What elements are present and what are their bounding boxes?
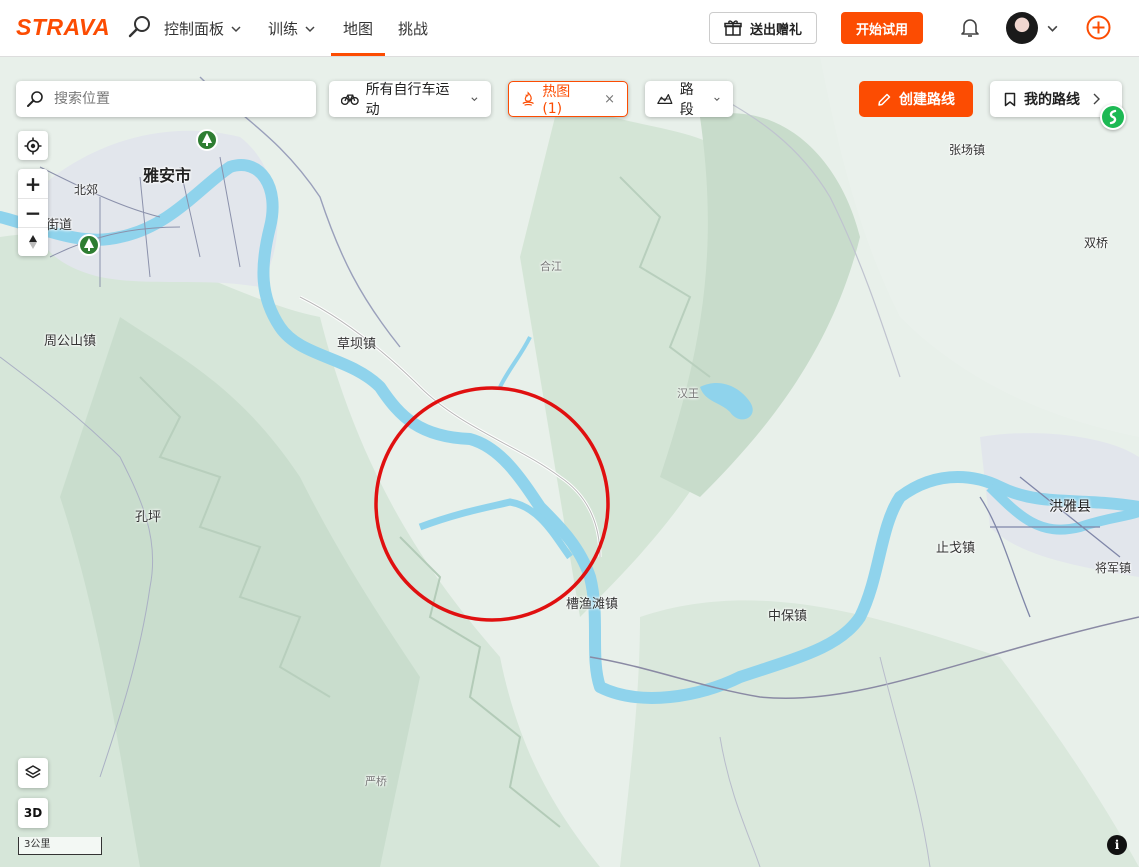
place-label-caoba: 草坝镇 xyxy=(337,337,377,352)
segment-icon xyxy=(657,94,673,104)
chevron-down-icon[interactable] xyxy=(1046,22,1059,35)
layers-control xyxy=(18,758,48,788)
location-search[interactable] xyxy=(16,81,316,117)
locate-control xyxy=(18,131,48,160)
search-icon[interactable] xyxy=(128,15,152,39)
park-icon xyxy=(196,129,218,151)
create-route-label: 创建路线 xyxy=(899,92,955,108)
bike-icon xyxy=(341,94,359,106)
place-label-jiedao: 街道 xyxy=(46,218,73,233)
top-navigation: STRAVA 控制面板 训练 地图 挑战 送出赠礼 开始试用 xyxy=(0,0,1139,57)
place-label-yanqiao: 严桥 xyxy=(365,775,387,788)
place-label-zhougongshan: 周公山镇 xyxy=(44,334,97,349)
compass-button[interactable] xyxy=(18,227,48,256)
segments-label: 路段 xyxy=(679,82,694,118)
map-scale-bar: 3公里 xyxy=(18,837,102,855)
nav-maps-label: 地图 xyxy=(343,20,374,38)
segments-dropdown[interactable]: 路段 xyxy=(645,81,733,118)
place-label-shuangqiao: 双桥 xyxy=(1084,236,1109,250)
create-route-button[interactable]: 创建路线 xyxy=(859,81,973,117)
chevron-down-icon xyxy=(305,25,315,32)
chevron-down-icon xyxy=(471,96,478,101)
locate-button[interactable] xyxy=(18,131,48,160)
active-tab-indicator xyxy=(331,53,385,56)
sport-type-dropdown[interactable]: 所有自行车运动 xyxy=(329,81,491,118)
place-label-kongping: 孔坪 xyxy=(135,510,162,525)
toggle-3d-button[interactable]: 3D xyxy=(18,798,48,828)
layers-button[interactable] xyxy=(18,758,48,787)
place-label-caoyutan: 槽渔滩镇 xyxy=(566,597,619,612)
give-gift-button[interactable]: 送出赠礼 xyxy=(709,12,817,44)
nav-challenges[interactable]: 挑战 xyxy=(398,18,428,39)
layers-icon xyxy=(25,764,41,778)
avatar[interactable] xyxy=(1006,12,1038,44)
heatmap-label: 热图 (1) xyxy=(542,84,571,117)
nav-training[interactable]: 训练 xyxy=(268,18,316,39)
search-icon xyxy=(27,91,43,107)
chevron-down-icon xyxy=(231,25,241,32)
start-trial-button[interactable]: 开始试用 xyxy=(841,12,923,44)
gift-icon xyxy=(724,20,742,36)
nav-dashboard-label: 控制面板 xyxy=(164,20,225,38)
place-label-beijiao: 北郊 xyxy=(74,183,99,197)
zoom-in-button[interactable]: + xyxy=(18,169,48,198)
bell-icon[interactable] xyxy=(958,15,982,39)
nav-dashboard[interactable]: 控制面板 xyxy=(164,18,242,39)
nav-maps[interactable]: 地图 xyxy=(343,18,373,39)
location-search-input[interactable] xyxy=(54,91,294,107)
place-label-zhige: 止戈镇 xyxy=(936,541,976,556)
extension-badge-icon[interactable] xyxy=(1100,104,1126,130)
nav-challenges-label: 挑战 xyxy=(398,20,429,38)
zoom-controls: + − xyxy=(18,169,48,256)
zoom-out-button[interactable]: − xyxy=(18,198,48,227)
sport-type-label: 所有自行车运动 xyxy=(365,82,450,118)
bookmark-icon xyxy=(1004,92,1016,106)
place-label-zhongbao: 中保镇 xyxy=(768,609,808,624)
place-label-jiangjun: 将军镇 xyxy=(1095,561,1132,575)
add-plus-icon[interactable] xyxy=(1086,15,1111,40)
heatmap-icon xyxy=(522,91,534,106)
place-label-hongya: 洪雅县 xyxy=(1049,499,1091,515)
map-canvas[interactable]: 雅安市 北郊 街道 周公山镇 草坝镇 合江 汉王 孔坪 槽渔滩镇 中保镇 止戈镇… xyxy=(0,57,1139,867)
park-icon xyxy=(78,234,100,256)
pencil-icon xyxy=(878,93,891,106)
place-label-hejiang: 合江 xyxy=(540,260,562,273)
info-icon[interactable]: i xyxy=(1107,835,1127,855)
compass-icon xyxy=(29,235,37,249)
strava-logo[interactable]: STRAVA xyxy=(16,14,110,41)
nav-training-label: 训练 xyxy=(268,20,299,38)
place-label-zhangchang: 张场镇 xyxy=(949,143,986,157)
my-routes-label: 我的路线 xyxy=(1024,92,1080,108)
place-label-hanwang: 汉王 xyxy=(677,387,699,400)
give-gift-label: 送出赠礼 xyxy=(749,22,802,38)
locate-icon xyxy=(24,137,42,154)
heatmap-toggle[interactable]: 热图 (1) × xyxy=(508,81,628,117)
chevron-right-icon xyxy=(1093,93,1100,105)
heatmap-clear-icon[interactable]: × xyxy=(604,92,615,107)
place-label-yaan: 雅安市 xyxy=(143,166,192,185)
chevron-down-icon xyxy=(714,97,720,101)
